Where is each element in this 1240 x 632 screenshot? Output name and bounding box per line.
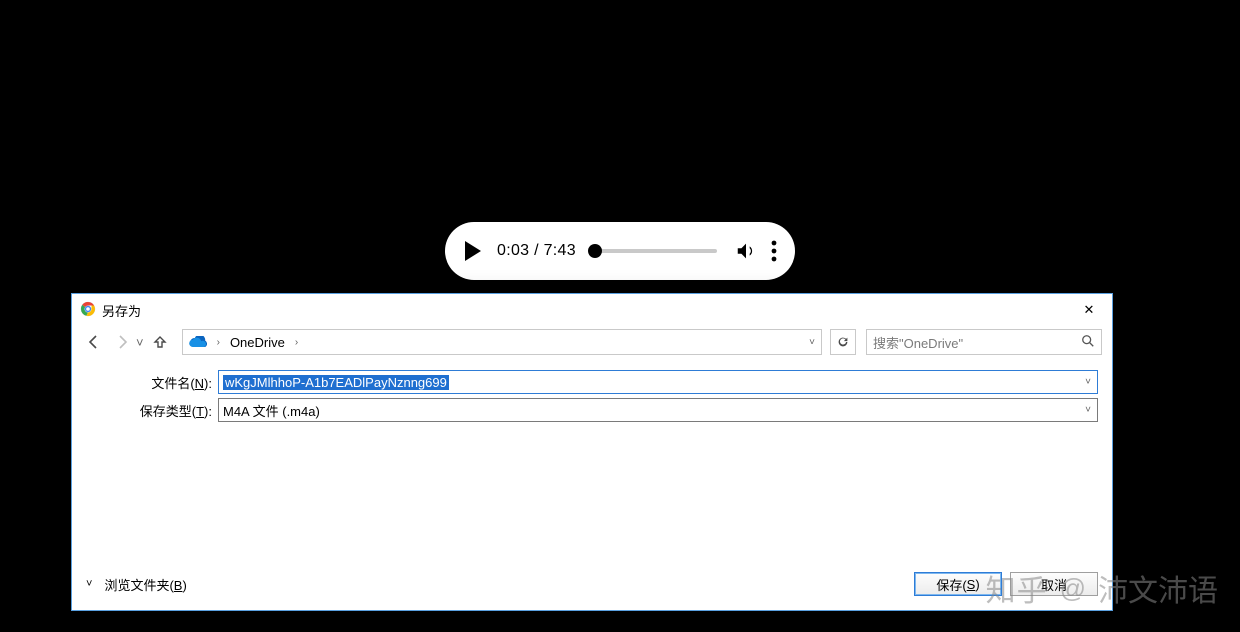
titlebar[interactable]: 另存为 ✕ [72, 294, 1112, 326]
seek-slider-thumb[interactable] [588, 244, 602, 258]
form-area: 文件名(N): wKgJMlhhoP-A1b7EADlPayNznng699 ˅… [72, 358, 1112, 422]
breadcrumb-chevron-icon[interactable]: › [213, 337, 224, 348]
filename-label: 文件名(N): [86, 373, 212, 392]
time-display: 0:03 / 7:43 [497, 242, 576, 260]
browse-folders-caret[interactable]: ˅ [86, 578, 92, 590]
back-button[interactable] [82, 330, 106, 354]
close-button[interactable]: ✕ [1066, 295, 1112, 325]
nav-row: ˅ › OneDrive › ˅ 搜索"OneDrive" [72, 326, 1112, 358]
browse-folders-toggle[interactable]: 浏览文件夹(B) [104, 575, 186, 594]
refresh-button[interactable] [830, 329, 856, 355]
volume-icon[interactable] [735, 240, 757, 262]
breadcrumb-chevron-icon[interactable]: › [291, 337, 302, 348]
search-box[interactable]: 搜索"OneDrive" [866, 329, 1102, 355]
search-placeholder: 搜索"OneDrive" [873, 333, 1081, 352]
close-icon: ✕ [1084, 302, 1095, 318]
cancel-button[interactable]: 取消 [1010, 572, 1098, 596]
filetype-label: 保存类型(T): [86, 401, 212, 420]
chevron-down-icon[interactable]: ˅ [1085, 405, 1091, 416]
audio-player: 0:03 / 7:43 [445, 222, 795, 280]
up-button[interactable] [148, 330, 172, 354]
chevron-down-icon[interactable]: ˅ [1085, 377, 1091, 388]
breadcrumb-location[interactable]: OneDrive [230, 335, 285, 350]
filetype-combo[interactable]: M4A 文件 (.m4a) ˅ [218, 398, 1098, 422]
search-icon[interactable] [1081, 334, 1095, 351]
forward-button[interactable] [110, 330, 134, 354]
filename-value: wKgJMlhhoP-A1b7EADlPayNznng699 [223, 375, 449, 390]
recent-locations-caret[interactable]: ˅ [136, 335, 144, 350]
save-button[interactable]: 保存(S) [914, 572, 1002, 596]
watermark-user: 沛文沛语 [1098, 566, 1218, 610]
bottom-row: ˅ 浏览文件夹(B) 保存(S) 取消 [72, 562, 1112, 610]
address-bar[interactable]: › OneDrive › ˅ [182, 329, 822, 355]
more-icon[interactable] [771, 240, 777, 262]
seek-slider[interactable] [594, 249, 717, 253]
filename-row: 文件名(N): wKgJMlhhoP-A1b7EADlPayNznng699 ˅ [86, 370, 1098, 394]
chrome-icon [80, 301, 96, 320]
filetype-value: M4A 文件 (.m4a) [223, 401, 320, 420]
filename-input[interactable]: wKgJMlhhoP-A1b7EADlPayNznng699 ˅ [218, 370, 1098, 394]
filetype-row: 保存类型(T): M4A 文件 (.m4a) ˅ [86, 398, 1098, 422]
address-dropdown-caret[interactable]: ˅ [809, 337, 815, 348]
save-as-dialog: 另存为 ✕ ˅ › OneDrive › ˅ [71, 293, 1113, 611]
play-icon[interactable] [463, 240, 483, 262]
dialog-title: 另存为 [102, 301, 141, 320]
onedrive-icon [189, 336, 207, 348]
